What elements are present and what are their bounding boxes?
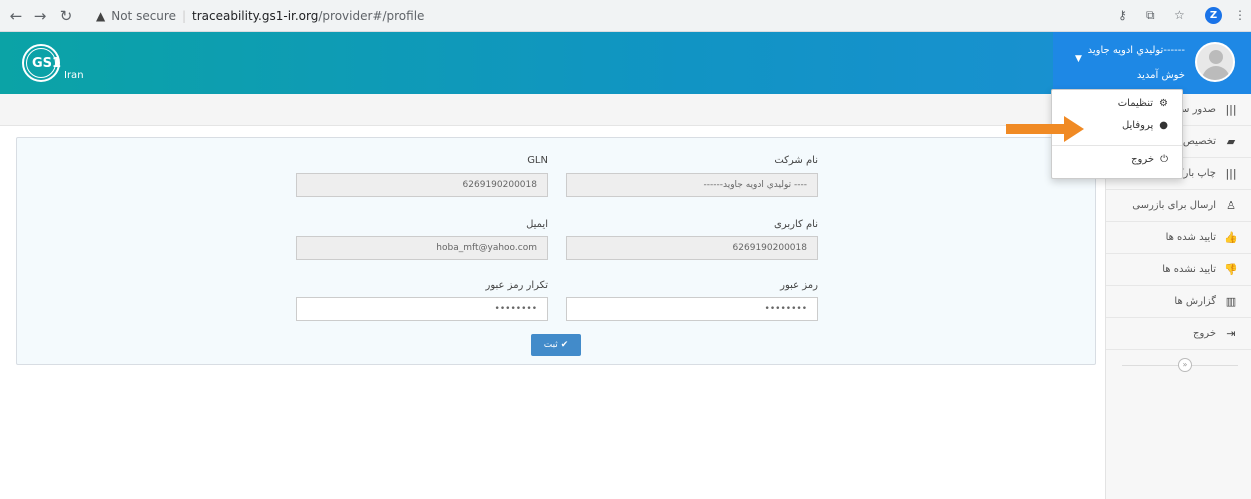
password-field[interactable]: ••••••••: [566, 297, 818, 321]
company-field[interactable]: ------توليدي ادويه جاويد ----: [566, 173, 818, 197]
email-field[interactable]: hoba_mft@yahoo.com: [296, 236, 548, 260]
warning-icon: ▲: [96, 9, 106, 23]
gear-icon: ⚙: [1159, 98, 1168, 109]
orange-arrow-icon: [1006, 116, 1084, 142]
barcode-icon: |||: [1225, 103, 1237, 116]
submit-button[interactable]: ✔ ثبت: [531, 334, 581, 356]
password-repeat-field[interactable]: ••••••••: [296, 297, 548, 321]
logo-subtext: Iran: [64, 70, 84, 81]
submit-label: ثبت: [543, 340, 558, 350]
sidebar-item-approved[interactable]: 👍 تایید شده ها: [1106, 222, 1251, 254]
check-icon: ✔: [560, 340, 569, 350]
security-label: Not secure: [111, 9, 176, 23]
thumbs-up-icon: 👍: [1224, 231, 1238, 244]
key-icon[interactable]: ⚷: [1118, 8, 1127, 22]
power-icon: ⏻: [1160, 154, 1168, 165]
logo-text: GS1: [32, 56, 62, 71]
sidebar-item-rejected[interactable]: 👎 تایید نشده ها: [1106, 254, 1251, 286]
star-icon[interactable]: ☆: [1174, 8, 1185, 22]
gs1-logo[interactable]: GS1 Iran: [22, 42, 92, 86]
avatar-head: [1209, 50, 1223, 64]
sidebar-item-label: خروج: [1193, 328, 1216, 339]
translate-icon[interactable]: ⧉: [1146, 8, 1155, 23]
separator: |: [181, 9, 187, 23]
menu-item-settings[interactable]: ⚙ تنظیمات: [1118, 98, 1168, 109]
username-field[interactable]: 6269190200018: [566, 236, 818, 260]
sign-out-icon: ⇥: [1226, 327, 1236, 340]
sidebar-item-label: ارسال برای بازرسی: [1132, 200, 1216, 211]
menu-item-profile[interactable]: ● پروفایل: [1122, 120, 1168, 131]
email-label: ایمیل: [526, 219, 548, 230]
thumbs-down-icon: 👎: [1224, 263, 1238, 276]
sidebar-item-reports[interactable]: ▥ گزارش ها: [1106, 286, 1251, 318]
sidebar-item-label: گزارش ها: [1174, 296, 1216, 307]
browser-toolbar: ← → ↻ ▲ Not secure | traceability.gs1-ir…: [0, 0, 1251, 32]
password-label: رمز عبور: [780, 280, 818, 291]
company-label: نام شرکت: [774, 155, 818, 166]
gln-label: GLN: [527, 155, 548, 166]
sidebar-item-send-inspection[interactable]: ♙ ارسال برای بازرسی: [1106, 190, 1251, 222]
welcome-text: خوش آمدید: [1136, 70, 1185, 81]
breadcrumb: ل: [0, 94, 1105, 126]
reload-icon[interactable]: ↻: [56, 6, 76, 26]
profile-form-panel: [16, 137, 1096, 365]
avatar[interactable]: [1195, 42, 1235, 82]
avatar-body: [1202, 66, 1230, 80]
menu-dots-icon[interactable]: ⋮: [1234, 8, 1246, 22]
username-label: نام کاربری: [774, 219, 818, 230]
folder-open-icon: ▰: [1226, 135, 1236, 148]
menu-item-label: تنظیمات: [1117, 98, 1154, 109]
back-icon[interactable]: ←: [6, 6, 26, 26]
menu-item-label: پروفایل: [1121, 120, 1154, 131]
sidebar-item-label: تایید نشده ها: [1162, 264, 1216, 275]
forward-icon[interactable]: →: [30, 6, 50, 26]
user-name: ------توليدي ادويه جاويد: [1087, 45, 1185, 56]
sidebar-item-logout[interactable]: ⇥ خروج: [1106, 318, 1251, 350]
profile-avatar-icon[interactable]: Z: [1205, 7, 1222, 24]
inspector-icon: ♙: [1226, 199, 1236, 212]
caret-down-icon[interactable]: ▼: [1075, 54, 1082, 64]
menu-item-label: خروج: [1131, 154, 1155, 165]
menu-item-logout[interactable]: ⏻ خروج: [1131, 154, 1168, 165]
gln-field[interactable]: 6269190200018: [296, 173, 548, 197]
bar-chart-icon: ▥: [1225, 295, 1237, 308]
barcode-icon: |||: [1225, 167, 1237, 180]
url-path: /provider#/profile: [318, 9, 425, 23]
user-menu-toggle[interactable]: ▼ ------توليدي ادويه جاويد خوش آمدید: [1053, 32, 1251, 94]
password-repeat-label: تکرار رمز عبور: [485, 280, 548, 291]
user-icon: ●: [1159, 120, 1168, 131]
address-bar[interactable]: ▲ Not secure | traceability.gs1-ir.org /…: [90, 4, 1100, 28]
divider: [1052, 145, 1182, 146]
sidebar-item-label: تایید شده ها: [1165, 232, 1216, 243]
url-host: traceability.gs1-ir.org: [192, 9, 319, 23]
collapse-sidebar-icon[interactable]: »: [1178, 358, 1192, 372]
